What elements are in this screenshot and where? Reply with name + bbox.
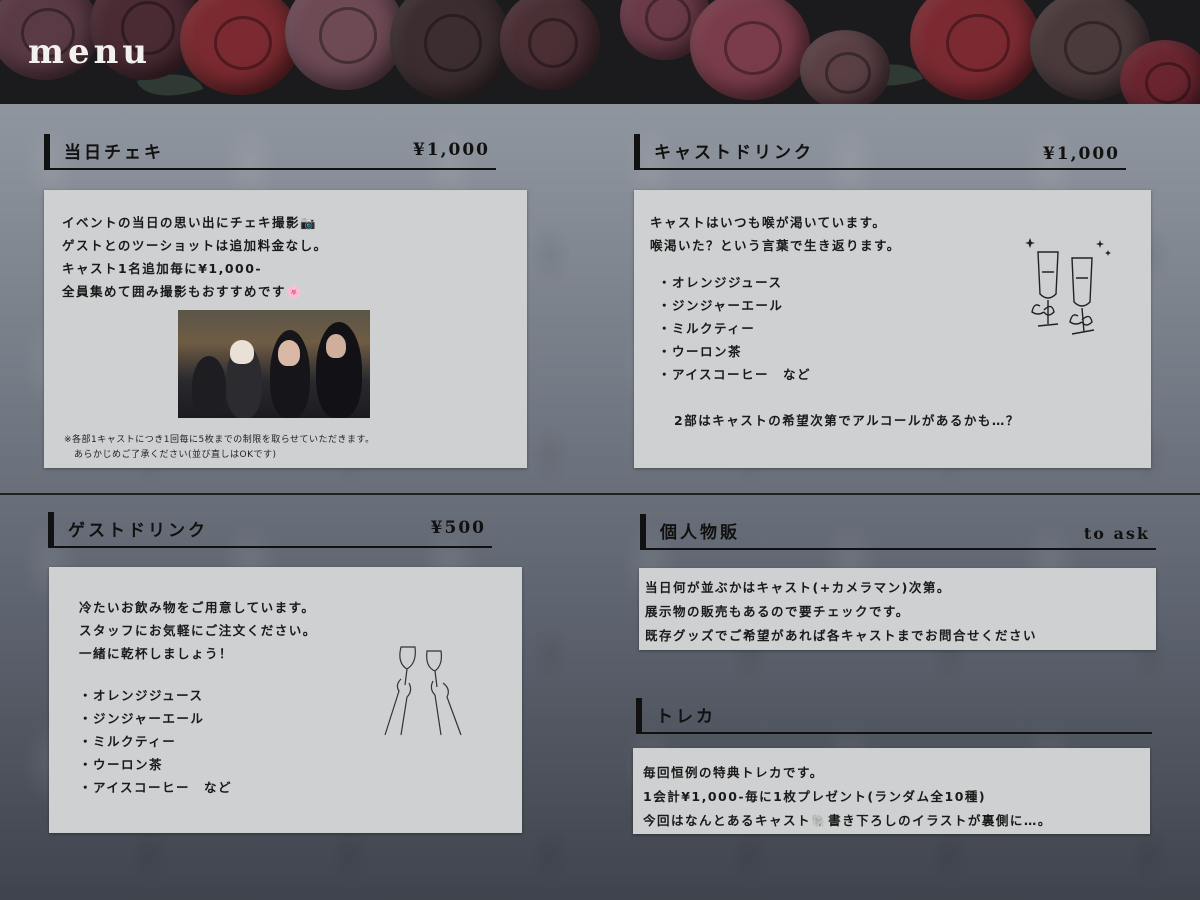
guest-drink-item-4: ウーロン茶 [79,754,163,773]
guest-drink-line-2: スタッフにお気軽にご注文ください。 [79,623,317,638]
cast-drink-item-4: ウーロン茶 [658,341,742,360]
toreka-line-1: 毎回恒例の特典トレカです。 [643,765,824,780]
cast-drink-item-5: アイスコーヒー など [658,364,811,383]
heading-cheki-price: ¥1,000 [412,140,490,160]
heading-guest-drink: ゲストドリンク ¥500 [48,512,492,548]
heading-cheki: 当日チェキ ¥1,000 [44,134,496,170]
champagne-glasses-icon [1025,238,1111,335]
merch-line-2: 展示物の販売もあるので要チェックです。 [645,604,910,619]
heading-cast-drink: キャストドリンク ¥1,000 [634,134,1126,170]
heading-cast-drink-price: ¥1,000 [1042,144,1120,164]
toreka-line-3: 今回はなんとあるキャスト🐘書き下ろしのイラストが裏側に…。 [643,813,1052,828]
guest-drink-item-3: ミルクティー [79,731,176,750]
group-photo [178,310,370,418]
cheki-line-4: 全員集めて囲み撮影もおすすめです🌸 [62,284,304,299]
card-cast-drink: キャストはいつも喉が渇いています。 喉渇いた？という言葉で生き返ります。 オレン… [634,190,1151,468]
heading-guest-drink-label: ゲストドリンク [68,521,208,541]
page-title: menu [28,32,152,72]
guest-drink-line-1: 冷たいお飲み物をご用意しています。 [79,600,316,615]
merch-line-1: 当日何が並ぶかはキャスト(+カメラマン)次第。 [645,580,951,595]
cast-drink-item-2: ジンジャーエール [658,295,783,314]
cast-drink-item-1: オレンジジュース [658,272,783,291]
cast-drink-item-3: ミルクティー [658,318,755,337]
cheki-note-1: ※各部1キャストにつき1回毎に5枚までの制限を取らせていただきます。 [64,435,375,445]
card-cheki: イベントの当日の思い出にチェキ撮影📷 ゲストとのツーショットは追加料金なし。 キ… [44,190,527,468]
heading-cast-drink-label: キャストドリンク [654,143,814,163]
heading-toreka: トレカ [636,698,1152,734]
section-divider [0,493,1200,495]
guest-drink-item-2: ジンジャーエール [79,708,204,727]
heading-merch-price: to ask [1083,524,1150,543]
heading-merch-label: 個人物販 [660,523,740,543]
heading-guest-drink-price: ¥500 [430,518,486,538]
toreka-line-2: 1会計¥1,000-毎に1枚プレゼント(ランダム全10種) [643,789,987,804]
heading-toreka-label: トレカ [656,707,716,727]
card-guest-drink: 冷たいお飲み物をご用意しています。 スタッフにお気軽にご注文ください。 一緒に乾… [49,567,522,833]
card-merch: 当日何が並ぶかはキャスト(+カメラマン)次第。 展示物の販売もあるので要チェック… [639,568,1156,650]
cheki-note-2: あらかじめご了承ください(並び直しはOKです) [74,450,277,460]
cast-drink-line-2: 喉渇いた？という言葉で生き返ります。 [650,238,901,253]
heading-merch: 個人物販 to ask [640,514,1156,550]
cheki-line-1: イベントの当日の思い出にチェキ撮影📷 [62,215,318,230]
wine-toast-icon [384,646,462,736]
merch-line-3: 既存グッズでご希望があれば各キャストまでお問合せください [645,628,1038,643]
rose-banner: menu [0,0,1200,104]
guest-drink-item-5: アイスコーヒー など [79,777,232,796]
cheki-line-2: ゲストとのツーショットは追加料金なし。 [62,238,328,253]
guest-drink-item-1: オレンジジュース [79,685,204,704]
heading-cheki-label: 当日チェキ [64,143,164,163]
guest-drink-line-3: 一緒に乾杯しましょう！ [79,646,234,661]
card-toreka: 毎回恒例の特典トレカです。 1会計¥1,000-毎に1枚プレゼント(ランダム全1… [633,748,1150,834]
cheki-line-3: キャスト1名追加毎に¥1,000- [62,261,263,276]
cast-drink-line-1: キャストはいつも喉が渇いています。 [650,215,887,230]
cast-drink-footer: 2部はキャストの希望次第でアルコールがあるかも…？ [674,413,1020,428]
